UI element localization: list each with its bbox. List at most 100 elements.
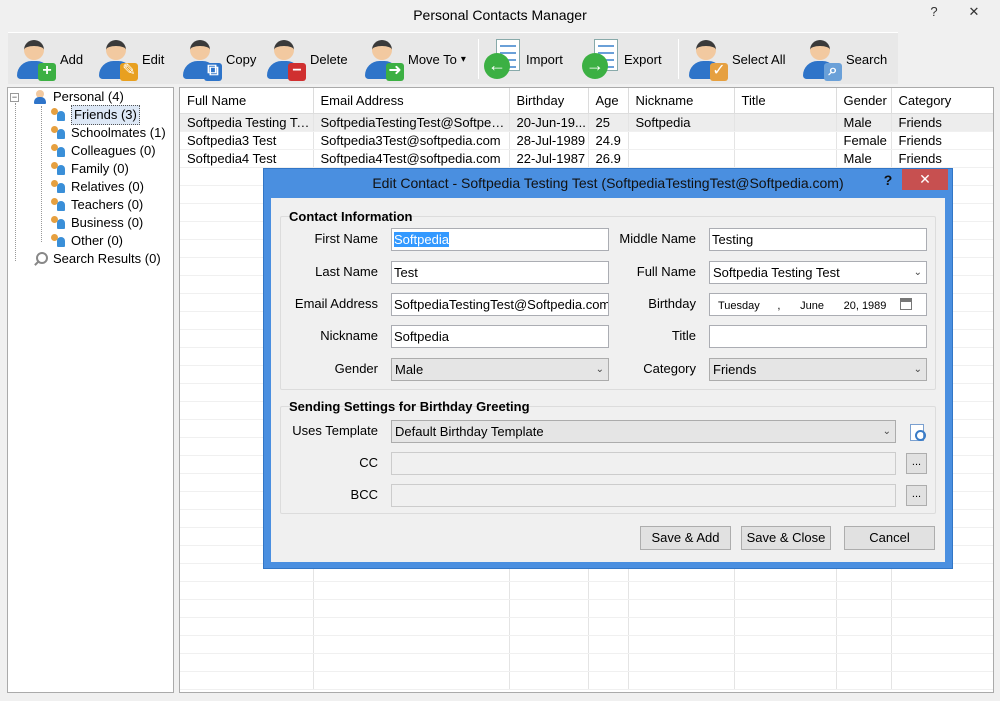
bcc-browse-button[interactable]: ... [906,485,927,506]
full-name-combo[interactable]: Softpedia Testing Test ⌄ [709,261,927,284]
gender-label: Gender [334,361,378,376]
table-cell: Softpedia4Test@softpedia.com [313,149,510,168]
title-field[interactable] [709,325,927,348]
group-icon [50,108,66,122]
edit-button[interactable]: ✎ Edit [94,33,164,85]
birthday-label: Birthday [648,296,696,311]
select-all-icon: ✓ [684,37,728,81]
table-cell [734,113,837,132]
add-button[interactable]: + Add [12,33,83,85]
delete-button[interactable]: − Delete [262,33,348,85]
tree-item-business[interactable]: Business (0) [50,214,143,232]
column-header[interactable]: Birthday [509,88,589,114]
last-name-label: Last Name [315,264,378,279]
cc-field[interactable] [391,452,896,475]
import-button[interactable]: ← Import [484,33,563,85]
empty-row [180,581,993,600]
search-contact-icon: ⌕ [798,37,842,81]
last-name-field[interactable]: Test [391,261,609,284]
calendar-icon[interactable] [900,298,912,310]
help-button[interactable]: ? [914,0,954,24]
email-field[interactable]: SoftpediaTestingTest@Softpedia.com [391,293,609,316]
middle-name-field[interactable]: Testing [709,228,927,251]
category-select[interactable]: Friends ⌄ [709,358,927,381]
table-cell: Softpedia3Test@softpedia.com [313,131,510,150]
save-close-button[interactable]: Save & Close [741,526,831,550]
dialog-title: Edit Contact - Softpedia Testing Test (S… [372,175,844,191]
preview-template-icon[interactable] [908,423,926,441]
toolbar: + Add ✎ Edit ⧉ Copy − Delete ➜ Move To ▾ [8,32,898,84]
dialog-help-button[interactable]: ? [878,169,898,191]
group-icon [50,234,66,248]
cc-label: CC [359,455,378,470]
bcc-field[interactable] [391,484,896,507]
table-cell: 22-Jul-1987 [509,149,589,168]
group-icon [50,198,66,212]
group-icon [50,216,66,230]
tree-item-relatives[interactable]: Relatives (0) [50,178,144,196]
table-row[interactable]: Softpedia3 Test Softpedia3Test@softpedia… [180,131,993,150]
move-to-dropdown-icon: ▾ [460,53,466,65]
export-button[interactable]: → Export [582,33,662,85]
person-icon [32,90,48,104]
table-cell [734,131,837,150]
save-add-button[interactable]: Save & Add [640,526,731,550]
greeting-settings-heading: Sending Settings for Birthday Greeting [289,399,530,414]
table-row[interactable]: Softpedia Testing Test SoftpediaTestingT… [180,113,993,132]
tree-item-search-results[interactable]: Search Results (0) [32,250,161,268]
copy-contact-icon: ⧉ [178,37,222,81]
nickname-label: Nickname [320,328,378,343]
cancel-button[interactable]: Cancel [844,526,935,550]
table-cell: 24.9 [588,131,629,150]
empty-row [180,671,993,690]
table-cell: 25 [588,113,629,132]
first-name-field[interactable]: Softpedia [391,228,609,251]
export-icon: → [582,37,620,81]
select-all-button[interactable]: ✓ Select All [684,33,785,85]
category-label: Category [643,361,696,376]
edit-contact-dialog: Edit Contact - Softpedia Testing Test (S… [263,168,953,569]
column-header[interactable]: Email Address [313,88,510,114]
magnifier-icon [32,252,48,266]
nickname-field[interactable]: Softpedia [391,325,609,348]
template-select[interactable]: Default Birthday Template ⌄ [391,420,896,443]
uses-template-label: Uses Template [292,423,378,438]
tree-collapse-toggle[interactable]: − [10,93,19,102]
column-header[interactable]: Title [734,88,837,114]
close-button[interactable]: ✕ [954,0,994,24]
move-contact-icon: ➜ [360,37,404,81]
move-to-button[interactable]: ➜ Move To ▾ [360,33,466,85]
tree-item-colleagues[interactable]: Colleagues (0) [50,142,156,160]
tree-item-friends[interactable]: Friends (3) [50,105,140,125]
column-header[interactable]: Nickname [628,88,735,114]
email-label: Email Address [294,296,378,311]
gender-select[interactable]: Male ⌄ [391,358,609,381]
column-header[interactable]: Full Name [180,88,314,114]
copy-button[interactable]: ⧉ Copy [178,33,256,85]
tree-item-teachers[interactable]: Teachers (0) [50,196,143,214]
middle-name-label: Middle Name [619,231,696,246]
birthday-date-picker[interactable]: Tuesday , June 20, 1989 [709,293,927,316]
cc-browse-button[interactable]: ... [906,453,927,474]
tree-item-family[interactable]: Family (0) [50,160,129,178]
add-contact-icon: + [12,37,56,81]
group-icon [50,180,66,194]
table-cell [628,131,735,150]
column-header[interactable]: Category [891,88,993,114]
dialog-close-button[interactable]: ✕ [902,169,948,190]
table-cell: Softpedia4 Test [180,149,314,168]
table-cell [628,149,735,168]
table-cell: Softpedia Testing Test [180,113,314,132]
tree-item-schoolmates[interactable]: Schoolmates (1) [50,124,166,142]
column-header[interactable]: Age [588,88,629,114]
grid-header-row: Full Name Email Address Birthday Age Nic… [180,88,993,114]
tree-item-other[interactable]: Other (0) [50,232,123,250]
dialog-body: Contact Information First Name Softpedia… [271,198,945,562]
chevron-down-icon: ⌄ [882,426,891,437]
tree-root-personal[interactable]: Personal (4) [32,88,124,106]
search-button[interactable]: ⌕ Search [798,33,887,85]
table-cell [734,149,837,168]
column-header[interactable]: Gender [836,88,892,114]
table-cell: Male [836,113,892,132]
table-row[interactable]: Softpedia4 Test Softpedia4Test@softpedia… [180,149,993,168]
